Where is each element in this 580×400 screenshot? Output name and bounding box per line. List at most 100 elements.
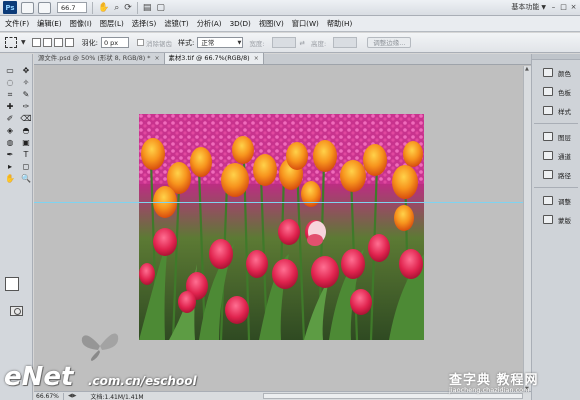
menu-file[interactable]: 文件(F) — [5, 19, 29, 29]
chevron-down-icon: ▼ — [541, 4, 546, 11]
screen-mode-icon[interactable]: ▢ — [156, 3, 165, 13]
tab-sucai3-tif[interactable]: 素材3.tif @ 66.7%(RGB/8) × — [164, 53, 264, 64]
arrange-documents-icon[interactable]: ▤ — [143, 3, 152, 13]
crop-tool-icon[interactable]: ⌗ — [4, 90, 16, 100]
menu-3d[interactable]: 3D(D) — [230, 19, 251, 28]
tab-label: 素材3.tif @ 66.7%(RGB/8) — [168, 54, 250, 62]
menu-help[interactable]: 帮助(H) — [327, 19, 352, 29]
menu-window[interactable]: 窗口(W) — [292, 19, 319, 29]
photoshop-logo-icon: Ps — [3, 1, 17, 14]
panel-label: 样式 — [558, 107, 571, 116]
height-label: 高度: — [311, 39, 327, 48]
shape-tool-icon[interactable]: ◻ — [20, 162, 32, 172]
dodge-tool-icon[interactable]: ▣ — [20, 138, 32, 148]
swap-icon[interactable]: ⇄ — [300, 39, 305, 47]
menu-view[interactable]: 视图(V) — [259, 19, 284, 29]
feather-input[interactable]: 0 px — [100, 37, 129, 48]
height-input[interactable] — [333, 37, 358, 48]
menu-select[interactable]: 选择(S) — [132, 19, 157, 29]
quick-selection-tool-icon[interactable]: ✧ — [20, 78, 32, 88]
panel-paths[interactable]: 路径 — [532, 165, 580, 184]
butterfly-icon — [81, 333, 119, 361]
tools-panel: ▭ ✥ ◌ ✧ ⌗ ✎ ✚ ✑ ✐ ⌫ ◈ ◓ ◍ ▣ ✒ T ▸ ◻ ✋ 🔍 — [0, 54, 33, 400]
close-icon[interactable]: × — [254, 53, 259, 64]
marquee-preset-icon[interactable] — [5, 37, 17, 48]
lasso-tool-icon[interactable]: ◌ — [4, 78, 16, 88]
menu-layer[interactable]: 图层(L) — [100, 19, 124, 29]
rotate-view-icon[interactable]: ⟳ — [124, 3, 132, 13]
width-input[interactable] — [271, 37, 296, 48]
workspace-switcher[interactable]: 基本功能 ▼ — [511, 2, 546, 12]
adjustments-icon — [543, 196, 553, 205]
menu-filter[interactable]: 滤镜(T) — [164, 19, 188, 29]
swatches-icon — [543, 87, 553, 96]
panel-dock: 颜色 色板 样式 图层 通道 路径 调整 蒙版 — [531, 54, 580, 400]
chevron-down-icon[interactable]: ▼ — [21, 39, 26, 46]
enet-site: .com.cn/eschool — [88, 374, 197, 388]
close-icon[interactable]: × — [155, 53, 160, 64]
subtract-selection-icon[interactable] — [53, 38, 63, 47]
style-select[interactable]: 正常 — [197, 37, 244, 48]
zoom-level-field[interactable]: 66.7 — [57, 2, 87, 13]
vertical-scrollbar[interactable] — [523, 66, 531, 392]
menu-bar: 文件(F) 编辑(E) 图像(I) 图层(L) 选择(S) 滤镜(T) 分析(A… — [0, 16, 580, 32]
separator — [136, 1, 138, 14]
close-button[interactable]: × — [569, 2, 578, 12]
blur-tool-icon[interactable]: ◍ — [4, 138, 16, 148]
gradient-tool-icon[interactable]: ◓ — [20, 126, 32, 136]
application-bar: Ps 66.7 ✋ ⌕ ⟳ ▤ ▢ 基本功能 ▼ – □ × — [0, 0, 580, 16]
menu-edit[interactable]: 编辑(E) — [37, 19, 62, 29]
new-selection-icon[interactable] — [31, 38, 41, 47]
antialias-checkbox[interactable] — [136, 39, 144, 46]
tulip-photo-canvas[interactable] — [139, 114, 424, 340]
panel-layers[interactable]: 图层 — [532, 127, 580, 146]
menu-image[interactable]: 图像(I) — [70, 19, 92, 29]
hand-tool-icon[interactable]: ✋ — [98, 3, 109, 13]
tulip-photo-image — [139, 114, 424, 340]
eyedropper-tool-icon[interactable]: ✎ — [20, 90, 32, 100]
chazidian-watermark: 查字典 教程网 jiaocheng.chazidian.com — [449, 369, 580, 399]
clone-stamp-tool-icon[interactable]: ✐ — [4, 114, 16, 124]
panel-adjustments[interactable]: 调整 — [532, 191, 580, 210]
minimize-button[interactable]: – — [549, 2, 558, 12]
intersect-selection-icon[interactable] — [64, 38, 74, 47]
mini-bridge-icon[interactable] — [38, 1, 51, 14]
color-icon — [543, 68, 553, 77]
pen-tool-icon[interactable]: ✒ — [4, 150, 16, 160]
panel-masks[interactable]: 蒙版 — [532, 210, 580, 229]
panel-channels[interactable]: 通道 — [532, 146, 580, 165]
panel-label: 颜色 — [558, 69, 571, 78]
dock-grip[interactable] — [532, 54, 580, 60]
brush-tool-icon[interactable]: ✑ — [20, 102, 32, 112]
divider — [534, 187, 578, 188]
bridge-icon[interactable] — [21, 1, 34, 14]
menu-analysis[interactable]: 分析(A) — [197, 19, 222, 29]
move-tool-icon[interactable]: ✥ — [20, 66, 32, 76]
eraser-tool-icon[interactable]: ◈ — [4, 126, 16, 136]
tab-label: 源文件.psd @ 50% (形状 8, RGB/8) * — [38, 54, 151, 62]
history-brush-tool-icon[interactable]: ⌫ — [20, 114, 32, 124]
add-selection-icon[interactable] — [42, 38, 52, 47]
panel-color[interactable]: 颜色 — [532, 63, 580, 82]
quick-mask-icon[interactable] — [10, 306, 23, 316]
hand-tool-icon[interactable]: ✋ — [4, 174, 16, 184]
horizontal-guide-line[interactable] — [34, 202, 531, 203]
panel-swatches[interactable]: 色板 — [532, 82, 580, 101]
zoom-tool-icon[interactable]: 🔍 — [20, 174, 32, 184]
tab-source-psd[interactable]: 源文件.psd @ 50% (形状 8, RGB/8) * × — [34, 53, 165, 64]
foreground-color-swatch[interactable] — [5, 277, 19, 291]
window-controls: – □ × — [549, 2, 578, 12]
panel-label: 蒙版 — [558, 216, 571, 225]
zoom-tool-icon[interactable]: ⌕ — [114, 3, 119, 13]
panel-label: 图层 — [558, 133, 571, 142]
masks-icon — [543, 215, 553, 224]
enet-logo: eNet — [4, 362, 74, 392]
marquee-tool-icon[interactable]: ▭ — [4, 66, 16, 76]
path-selection-tool-icon[interactable]: ▸ — [4, 162, 16, 172]
type-tool-icon[interactable]: T — [20, 150, 32, 160]
refine-edge-button[interactable]: 调整边缘... — [367, 37, 412, 48]
panel-styles[interactable]: 样式 — [532, 101, 580, 120]
healing-brush-tool-icon[interactable]: ✚ — [4, 102, 16, 112]
antialias-label: 消除锯齿 — [145, 39, 172, 48]
maximize-button[interactable]: □ — [559, 2, 568, 12]
